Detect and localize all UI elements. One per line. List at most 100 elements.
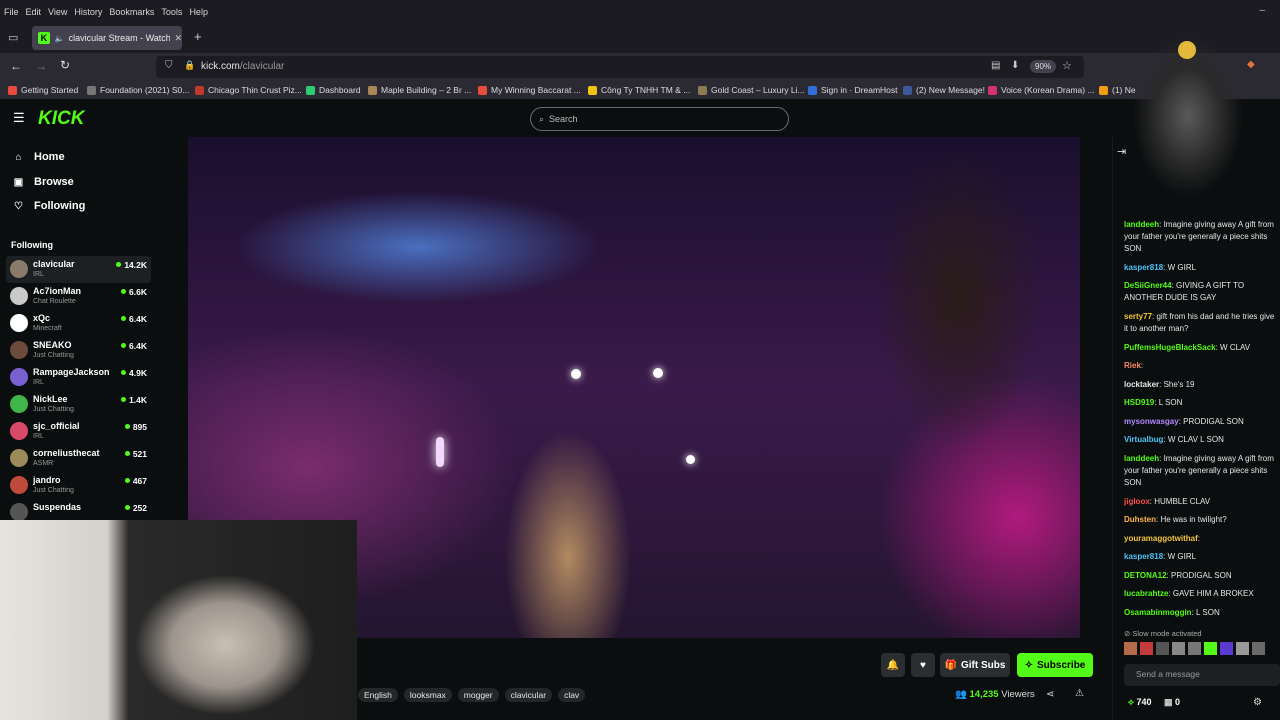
menu-tools[interactable]: Tools [161,7,182,17]
emote-icon[interactable] [1140,642,1153,655]
lock-icon[interactable]: 🔒 [184,60,195,71]
bookmark-item[interactable]: Chicago Thin Crust Piz... [195,85,302,95]
chat-username[interactable]: serty77 [1124,312,1152,321]
emote-icon[interactable] [1124,642,1137,655]
bookmark-item[interactable]: Voice (Korean Drama) ... [988,85,1095,95]
viewers-icon: 👥 [955,689,967,700]
back-icon[interactable]: ← [10,59,22,73]
new-tab-icon[interactable]: + [194,29,202,44]
channel-name: Suspendas [33,502,82,512]
bookmark-item[interactable]: Maple Building – 2 Br ... [368,85,471,95]
hamburger-menu-icon[interactable]: ☰ [13,110,25,126]
tag-mogger[interactable]: mogger [457,688,499,702]
chat-username[interactable]: Virtualbug [1124,435,1163,444]
following-item-sneako[interactable]: SNEAKO Just Chatting 6.4K [6,337,151,364]
menu-history[interactable]: History [74,7,102,17]
channel-points[interactable]: ⟡ 740 ▦ 0 [1128,697,1180,708]
following-item-ac7ionman[interactable]: Ac7ionMan Chat Roulette 6.6K [6,283,151,310]
emote-icon[interactable] [1220,642,1233,655]
light-bokeh [571,369,581,379]
reader-view-icon[interactable]: ▤ [991,60,1000,71]
following-item-clavicular[interactable]: clavicular IRL 14.2K [6,256,151,283]
nav-home[interactable]: ⌂ Home [12,151,64,163]
bookmark-item[interactable]: Sign in · DreamHost [808,85,898,95]
bookmark-item[interactable]: My Winning Baccarat ... [478,85,581,95]
search-input[interactable]: ⌕ Search [530,107,789,131]
kick-logo[interactable]: KICK [38,108,84,130]
emote-icon[interactable] [1252,642,1265,655]
tag-english[interactable]: English [358,688,398,702]
bookmark-star-icon[interactable]: ☆ [1062,59,1072,72]
chat-username[interactable]: PuffemsHugeBlackSack [1124,343,1216,352]
chat-username[interactable]: lucabrahtze [1124,589,1168,598]
menu-edit[interactable]: Edit [26,7,42,17]
emote-icon[interactable] [1172,642,1185,655]
nav-browse[interactable]: ▣ Browse [12,176,74,188]
chat-username[interactable]: landdeeh [1124,220,1159,229]
bookmark-item[interactable]: Dashboard [306,85,361,95]
following-item-corneliusthecat[interactable]: corneliusthecat ASMR 521 [6,445,151,472]
emote-icon[interactable] [1204,642,1217,655]
save-page-icon[interactable]: ⬇ [1011,60,1019,71]
bookmark-item[interactable]: Công Ty TNHH TM & ... [588,85,690,95]
chat-username[interactable]: youramaggotwithaf [1124,534,1198,543]
tab-list-icon[interactable]: ▭ [8,31,18,44]
speaker-icon[interactable]: 🔈 [55,34,65,43]
chat-username[interactable]: Duhsten [1124,515,1156,524]
chat-input[interactable]: Send a message [1124,664,1280,686]
following-item-nicklee[interactable]: NickLee Just Chatting 1.4K [6,391,151,418]
bookmark-item[interactable]: Gold Coast – Luxury Li... [698,85,805,95]
bookmark-item[interactable]: Foundation (2021) S0... [87,85,189,95]
minimize-icon[interactable]: – [1259,5,1265,16]
avatar [10,422,28,440]
share-icon[interactable]: ⋖ [1046,689,1054,700]
tag-clavicular[interactable]: clavicular [504,688,553,702]
url-bar[interactable]: ⛉ 🔒 kick.com/clavicular ▤ ⬇ 90% ☆ [156,56,1084,78]
tab-clavicular[interactable]: K 🔈 clavicular Stream - Watch L ✕ [32,26,182,50]
menu-help[interactable]: Help [189,7,208,17]
zoom-level[interactable]: 90% [1030,60,1057,73]
menu-file[interactable]: File [4,7,19,17]
chat-username[interactable]: landdeeh [1124,454,1159,463]
emote-icon[interactable] [1236,642,1249,655]
picture-in-picture-video[interactable] [0,520,357,720]
forward-icon[interactable]: → [35,59,47,73]
emote-icon[interactable] [1188,642,1201,655]
following-item-xqc[interactable]: xQc Minecraft 6.4K [6,310,151,337]
chat-username[interactable]: HSD919 [1124,398,1154,407]
follow-heart-button[interactable]: ♥ [911,653,935,677]
chat-username[interactable]: locktaker [1124,380,1159,389]
chat-settings-icon[interactable]: ⚙ [1253,697,1262,708]
following-item-rampagejackson[interactable]: RampageJackson IRL 4.9K [6,364,151,391]
following-item-jandro[interactable]: jandro Just Chatting 467 [6,472,151,499]
emote-icon[interactable] [1156,642,1169,655]
chat-username[interactable]: mysonwasgay [1124,417,1179,426]
subscribe-button[interactable]: ✧ Subscribe [1017,653,1093,677]
gift-subs-button[interactable]: 🎁 Gift Subs [940,653,1010,677]
nav-following[interactable]: ♡ Following [12,200,85,212]
info-icon: ⊘ [1124,629,1131,638]
chat-username[interactable]: kasper818 [1124,263,1163,272]
chat-username[interactable]: DETONA12 [1124,571,1167,580]
menu-bookmarks[interactable]: Bookmarks [109,7,154,17]
chat-username[interactable]: kasper818 [1124,552,1163,561]
tab-close-icon[interactable]: ✕ [174,33,182,44]
chat-username[interactable]: jigloox [1124,497,1150,506]
stream-tags: English looksmax mogger clavicular clav [358,688,586,702]
tag-clav[interactable]: clav [558,688,586,702]
report-warning-icon[interactable]: ⚠ [1075,688,1084,699]
chat-separator: : [1197,534,1201,543]
chat-username[interactable]: DeSiiGner44 [1124,281,1172,290]
tag-looksmax[interactable]: looksmax [403,688,452,702]
reload-icon[interactable]: ↻ [60,58,70,72]
bookmark-favicon-icon [306,85,315,95]
bookmark-item[interactable]: (2) New Message! [903,85,985,95]
chat-username[interactable]: Osamabinmoggin [1124,608,1192,617]
following-item-sjc-official[interactable]: sjc_official IRL 895 [6,418,151,445]
bookmark-item[interactable]: Getting Started [8,85,78,95]
menu-view[interactable]: View [48,7,67,17]
notification-bell-button[interactable]: 🔔 [881,653,905,677]
shield-icon[interactable]: ⛉ [165,60,173,71]
chat-username[interactable]: Riek [1124,361,1141,370]
channel-name: sjc_official [33,421,80,431]
